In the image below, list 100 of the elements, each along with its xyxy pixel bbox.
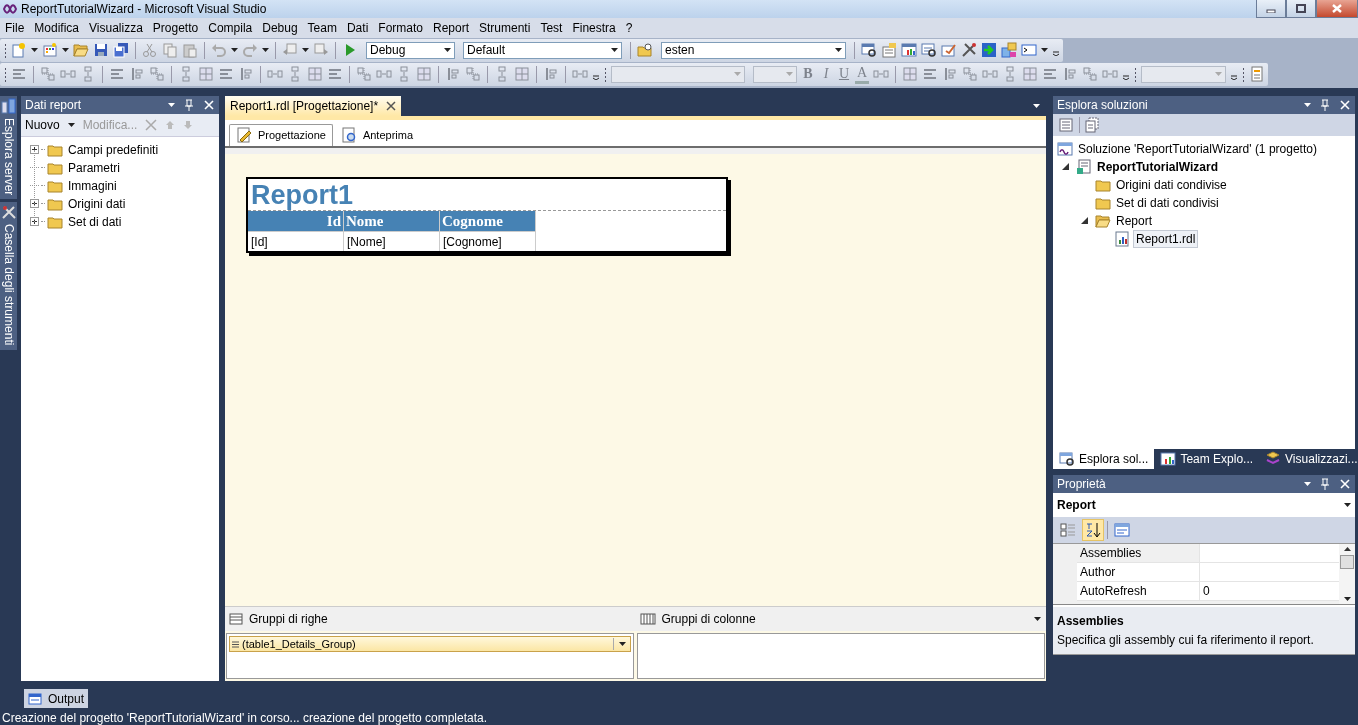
menu-item[interactable]: Compila bbox=[203, 21, 258, 35]
add-item-icon[interactable] bbox=[42, 42, 58, 59]
window-list-icon[interactable] bbox=[1033, 103, 1040, 108]
expand-icon[interactable] bbox=[30, 199, 39, 209]
tree-item[interactable]: Report bbox=[1114, 212, 1155, 229]
caret-icon[interactable] bbox=[262, 48, 269, 53]
menu-item[interactable]: Strumenti bbox=[474, 21, 536, 35]
maximize-button[interactable] bbox=[1286, 0, 1316, 18]
move-down-icon[interactable] bbox=[183, 119, 194, 130]
group-item[interactable]: (table1_Details_Group) bbox=[229, 636, 631, 653]
pin-icon[interactable] bbox=[1319, 98, 1331, 111]
dropdown-icon[interactable] bbox=[1304, 481, 1311, 486]
tree-item[interactable]: Origini dati condivise bbox=[1114, 176, 1229, 193]
alphabetical-button[interactable] bbox=[1082, 518, 1104, 541]
expand-icon[interactable] bbox=[1061, 163, 1069, 171]
tree-item[interactable]: Report1.rdl bbox=[1133, 229, 1199, 248]
find-in-files-icon[interactable] bbox=[637, 42, 653, 59]
command-window-icon[interactable] bbox=[1021, 42, 1037, 59]
caret-icon[interactable] bbox=[67, 122, 75, 127]
tree-item[interactable]: Origini dati bbox=[30, 194, 219, 213]
pin-icon[interactable] bbox=[1319, 477, 1331, 490]
paste-icon[interactable] bbox=[182, 42, 198, 59]
menu-item[interactable]: ? bbox=[620, 21, 638, 35]
minimize-button[interactable] bbox=[1256, 0, 1286, 18]
dropdown-icon[interactable] bbox=[168, 102, 175, 107]
side-tab[interactable]: Casella degli strumenti bbox=[0, 202, 17, 350]
caret-icon[interactable] bbox=[1041, 48, 1048, 53]
close-icon[interactable] bbox=[386, 100, 397, 111]
view-tab[interactable]: Anteprima bbox=[334, 123, 420, 146]
menu-item[interactable]: Visualizza bbox=[84, 21, 148, 35]
show-all-files-icon[interactable] bbox=[1084, 116, 1100, 133]
tools-icon[interactable] bbox=[961, 42, 977, 59]
class-view-icon[interactable] bbox=[921, 42, 937, 59]
tree-item[interactable]: Parametri bbox=[30, 158, 219, 177]
column-header-cell[interactable]: Nome bbox=[344, 210, 440, 231]
field-cell[interactable]: [Id] bbox=[248, 230, 344, 251]
platform-dropdown[interactable]: Default bbox=[463, 41, 622, 59]
tree-item[interactable]: Immagini bbox=[30, 176, 219, 195]
expand-icon[interactable] bbox=[1080, 217, 1088, 225]
save-all-icon[interactable] bbox=[113, 42, 129, 59]
configuration-dropdown[interactable]: Debug bbox=[366, 41, 455, 59]
layout-icon[interactable] bbox=[1001, 42, 1017, 59]
document-tab[interactable]: Report1.rdl [Progettazione]* bbox=[225, 95, 402, 116]
scrollbar[interactable] bbox=[1339, 543, 1355, 604]
caret-icon[interactable] bbox=[62, 48, 69, 53]
panel-tab[interactable]: Visualizzazi... bbox=[1259, 448, 1358, 469]
font-dropdown[interactable] bbox=[611, 65, 745, 83]
field-cell[interactable]: [Nome] bbox=[344, 230, 440, 251]
tree-item[interactable]: Set di dati condivisi bbox=[1114, 194, 1221, 211]
scroll-down-icon[interactable] bbox=[1343, 596, 1351, 601]
move-up-icon[interactable] bbox=[165, 119, 176, 130]
close-icon[interactable] bbox=[1339, 98, 1351, 111]
column-header-cell[interactable]: Cognome bbox=[440, 210, 536, 231]
panel-tab[interactable]: Team Explo... bbox=[1154, 448, 1260, 469]
tree-item[interactable]: Set di dati bbox=[30, 212, 219, 231]
menu-item[interactable]: Formato bbox=[373, 21, 428, 35]
expand-icon[interactable] bbox=[30, 145, 39, 155]
menu-item[interactable]: File bbox=[0, 21, 30, 35]
toolbox-icon[interactable] bbox=[941, 42, 957, 59]
report-title[interactable]: Report1 bbox=[251, 179, 353, 210]
delete-icon[interactable] bbox=[145, 118, 158, 131]
side-tab[interactable]: Esplora server bbox=[0, 95, 17, 200]
tree-item[interactable]: Soluzione 'ReportTutorialWizard' (1 progetto) bbox=[1076, 140, 1319, 157]
close-icon[interactable] bbox=[203, 98, 215, 111]
caret-icon[interactable] bbox=[302, 48, 309, 53]
menu-item[interactable]: Finestra bbox=[567, 21, 621, 35]
scroll-up-icon[interactable] bbox=[1343, 546, 1351, 551]
menu-item[interactable]: Dati bbox=[341, 21, 374, 35]
new-menu-button[interactable]: Nuovo bbox=[25, 117, 60, 132]
menu-item[interactable]: Modifica bbox=[29, 21, 85, 35]
properties-icon[interactable] bbox=[1059, 116, 1075, 133]
menu-item[interactable]: Progetto bbox=[147, 21, 204, 35]
caret-icon[interactable] bbox=[618, 642, 626, 647]
close-icon[interactable] bbox=[1339, 477, 1351, 490]
find-dropdown[interactable]: esten bbox=[661, 41, 846, 59]
dropdown-icon[interactable] bbox=[1304, 102, 1311, 107]
save-icon[interactable] bbox=[93, 42, 109, 59]
menu-item[interactable]: Team bbox=[302, 21, 342, 35]
field-cell[interactable]: [Cognome] bbox=[440, 230, 536, 251]
panel-tab[interactable]: Esplora sol... bbox=[1053, 448, 1155, 469]
solution-explorer-icon[interactable] bbox=[861, 42, 877, 59]
object-browser-icon[interactable] bbox=[901, 42, 917, 59]
output-tab[interactable]: Output bbox=[24, 689, 89, 708]
export-icon[interactable] bbox=[981, 42, 997, 59]
column-header-cell[interactable]: Id bbox=[248, 210, 344, 231]
copy-icon[interactable] bbox=[162, 42, 178, 59]
expand-icon[interactable] bbox=[30, 217, 39, 227]
tree-item[interactable]: Campi predefiniti bbox=[30, 140, 219, 159]
report-table[interactable]: Id Nome Cognome [Id] [Nome] [Cognome] bbox=[248, 210, 726, 251]
dropdown-icon[interactable] bbox=[1034, 617, 1041, 622]
pin-icon[interactable] bbox=[183, 98, 195, 111]
scissors-icon[interactable] bbox=[142, 42, 158, 59]
close-button[interactable] bbox=[1316, 0, 1358, 18]
caret-icon[interactable] bbox=[31, 48, 38, 53]
menu-item[interactable]: Test bbox=[535, 21, 568, 35]
menu-item[interactable]: Report bbox=[428, 21, 474, 35]
tree-item[interactable]: ReportTutorialWizard bbox=[1095, 158, 1220, 175]
menu-item[interactable]: Debug bbox=[257, 21, 303, 35]
font-size-dropdown[interactable] bbox=[753, 65, 797, 83]
view-tab[interactable]: Progettazione bbox=[229, 123, 333, 146]
